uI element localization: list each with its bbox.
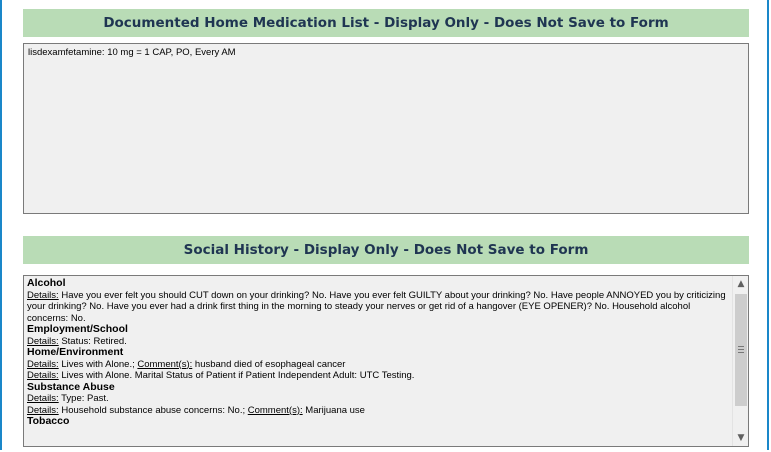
details-label: Details: bbox=[27, 289, 59, 301]
scrollbar-thumb[interactable] bbox=[735, 294, 747, 406]
details-text: Status: Retired. bbox=[58, 335, 127, 347]
home-details-2: Details: Lives with Alone. Marital Statu… bbox=[27, 370, 730, 382]
details-text: Household substance abuse concerns: No.; bbox=[58, 404, 248, 416]
social-history-box[interactable]: Alcohol Details: Have you ever felt you … bbox=[23, 275, 749, 447]
comment-label: Comment(s): bbox=[247, 404, 303, 416]
scroll-up-icon[interactable]: ▲ bbox=[733, 276, 748, 292]
details-text: Lives with Alone.; bbox=[58, 358, 138, 370]
grip-icon bbox=[738, 346, 744, 353]
substance-details-2: Details: Household substance abuse conce… bbox=[27, 405, 730, 417]
details-label: Details: bbox=[27, 393, 59, 404]
scroll-down-icon[interactable]: ▼ bbox=[733, 430, 748, 446]
alcohol-details: Details: Have you ever felt you should C… bbox=[27, 290, 730, 325]
home-heading: Home/Environment bbox=[27, 346, 124, 358]
vertical-scrollbar[interactable]: ▲ ▼ bbox=[732, 276, 748, 446]
home-details-1: Details: Lives with Alone.; Comment(s): … bbox=[27, 359, 730, 371]
details-text: Have you ever felt you should CUT down o… bbox=[27, 289, 726, 324]
tobacco-heading: Tobacco bbox=[27, 415, 70, 427]
comment-text: Marijuana use bbox=[302, 404, 365, 416]
medication-list-banner: Documented Home Medication List - Displa… bbox=[23, 9, 749, 37]
comment-label: Comment(s): bbox=[137, 358, 193, 370]
social-history-content: Alcohol Details: Have you ever felt you … bbox=[27, 277, 730, 428]
employment-details: Details: Status: Retired. bbox=[27, 336, 730, 348]
details-label: Details: bbox=[27, 370, 59, 381]
details-label: Details: bbox=[27, 335, 59, 347]
details-label: Details: bbox=[27, 404, 59, 416]
alcohol-heading: Alcohol bbox=[27, 277, 66, 289]
substance-details-1: Details: Type: Past. bbox=[27, 393, 730, 405]
details-text: Lives with Alone. Marital Status of Pati… bbox=[58, 370, 415, 381]
details-text: Type: Past. bbox=[58, 393, 109, 404]
substance-heading: Substance Abuse bbox=[27, 380, 115, 393]
employment-heading: Employment/School bbox=[27, 323, 128, 335]
medication-entry: lisdexamfetamine: 10 mg = 1 CAP, PO, Eve… bbox=[28, 47, 236, 58]
medication-list-box[interactable]: lisdexamfetamine: 10 mg = 1 CAP, PO, Eve… bbox=[23, 43, 749, 214]
social-history-banner: Social History - Display Only - Does Not… bbox=[23, 236, 749, 264]
details-label: Details: bbox=[27, 358, 59, 370]
comment-text: husband died of esophageal cancer bbox=[192, 358, 346, 370]
